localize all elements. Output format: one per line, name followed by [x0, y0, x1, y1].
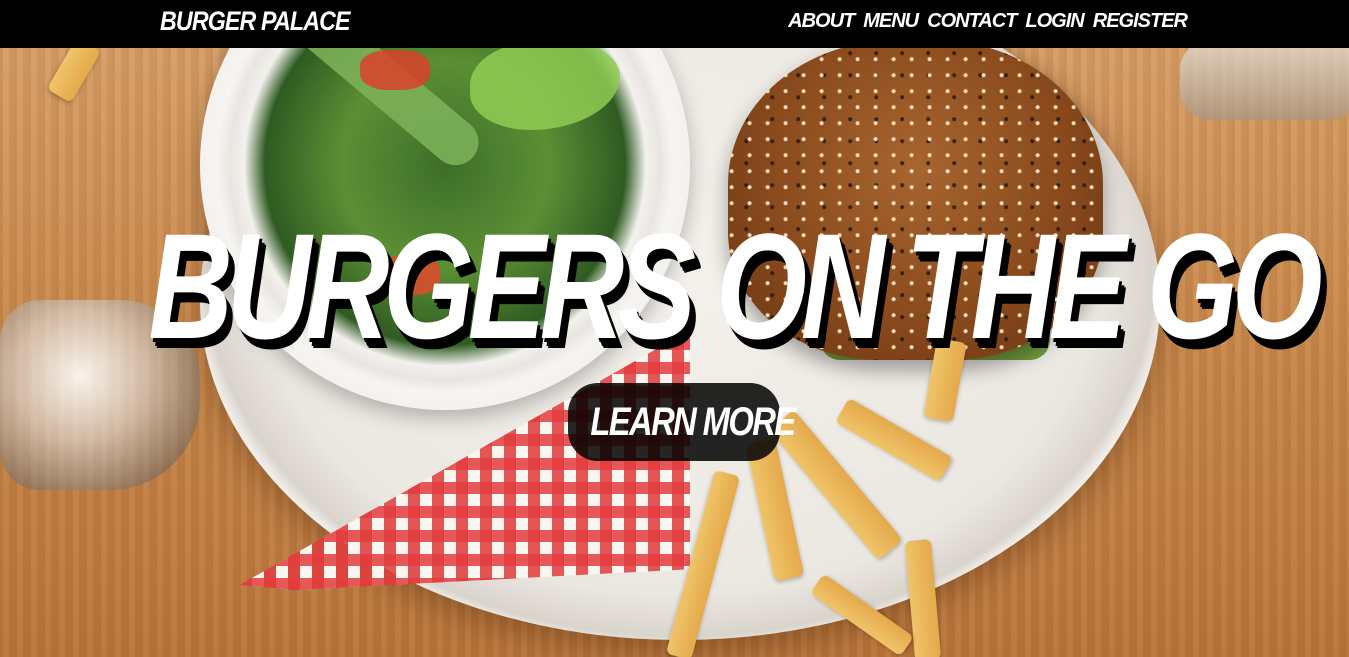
learn-more-label: LEARN MORE	[590, 399, 796, 444]
nav-contact-link[interactable]: CONTACT	[927, 10, 1017, 33]
learn-more-button[interactable]: LEARN MORE	[568, 383, 796, 461]
hero-title: BURGERS ON THE GO	[148, 202, 1322, 370]
nav-register-link[interactable]: REGISTER	[1093, 10, 1188, 33]
brand-logo-link[interactable]: BURGER PALACE	[160, 6, 351, 37]
page: BURGER PALACE ABOUT MENU CONTACT LOGIN R…	[0, 0, 1349, 657]
tomato-image	[360, 50, 430, 90]
nav-menu-link[interactable]: MENU	[863, 10, 919, 33]
nav-links: ABOUT MENU CONTACT LOGIN REGISTER	[788, 10, 1188, 33]
top-navbar: BURGER PALACE ABOUT MENU CONTACT LOGIN R…	[0, 0, 1349, 48]
glass-image	[1180, 40, 1349, 120]
nav-login-link[interactable]: LOGIN	[1025, 10, 1084, 33]
nav-about-link[interactable]: ABOUT	[788, 10, 855, 33]
